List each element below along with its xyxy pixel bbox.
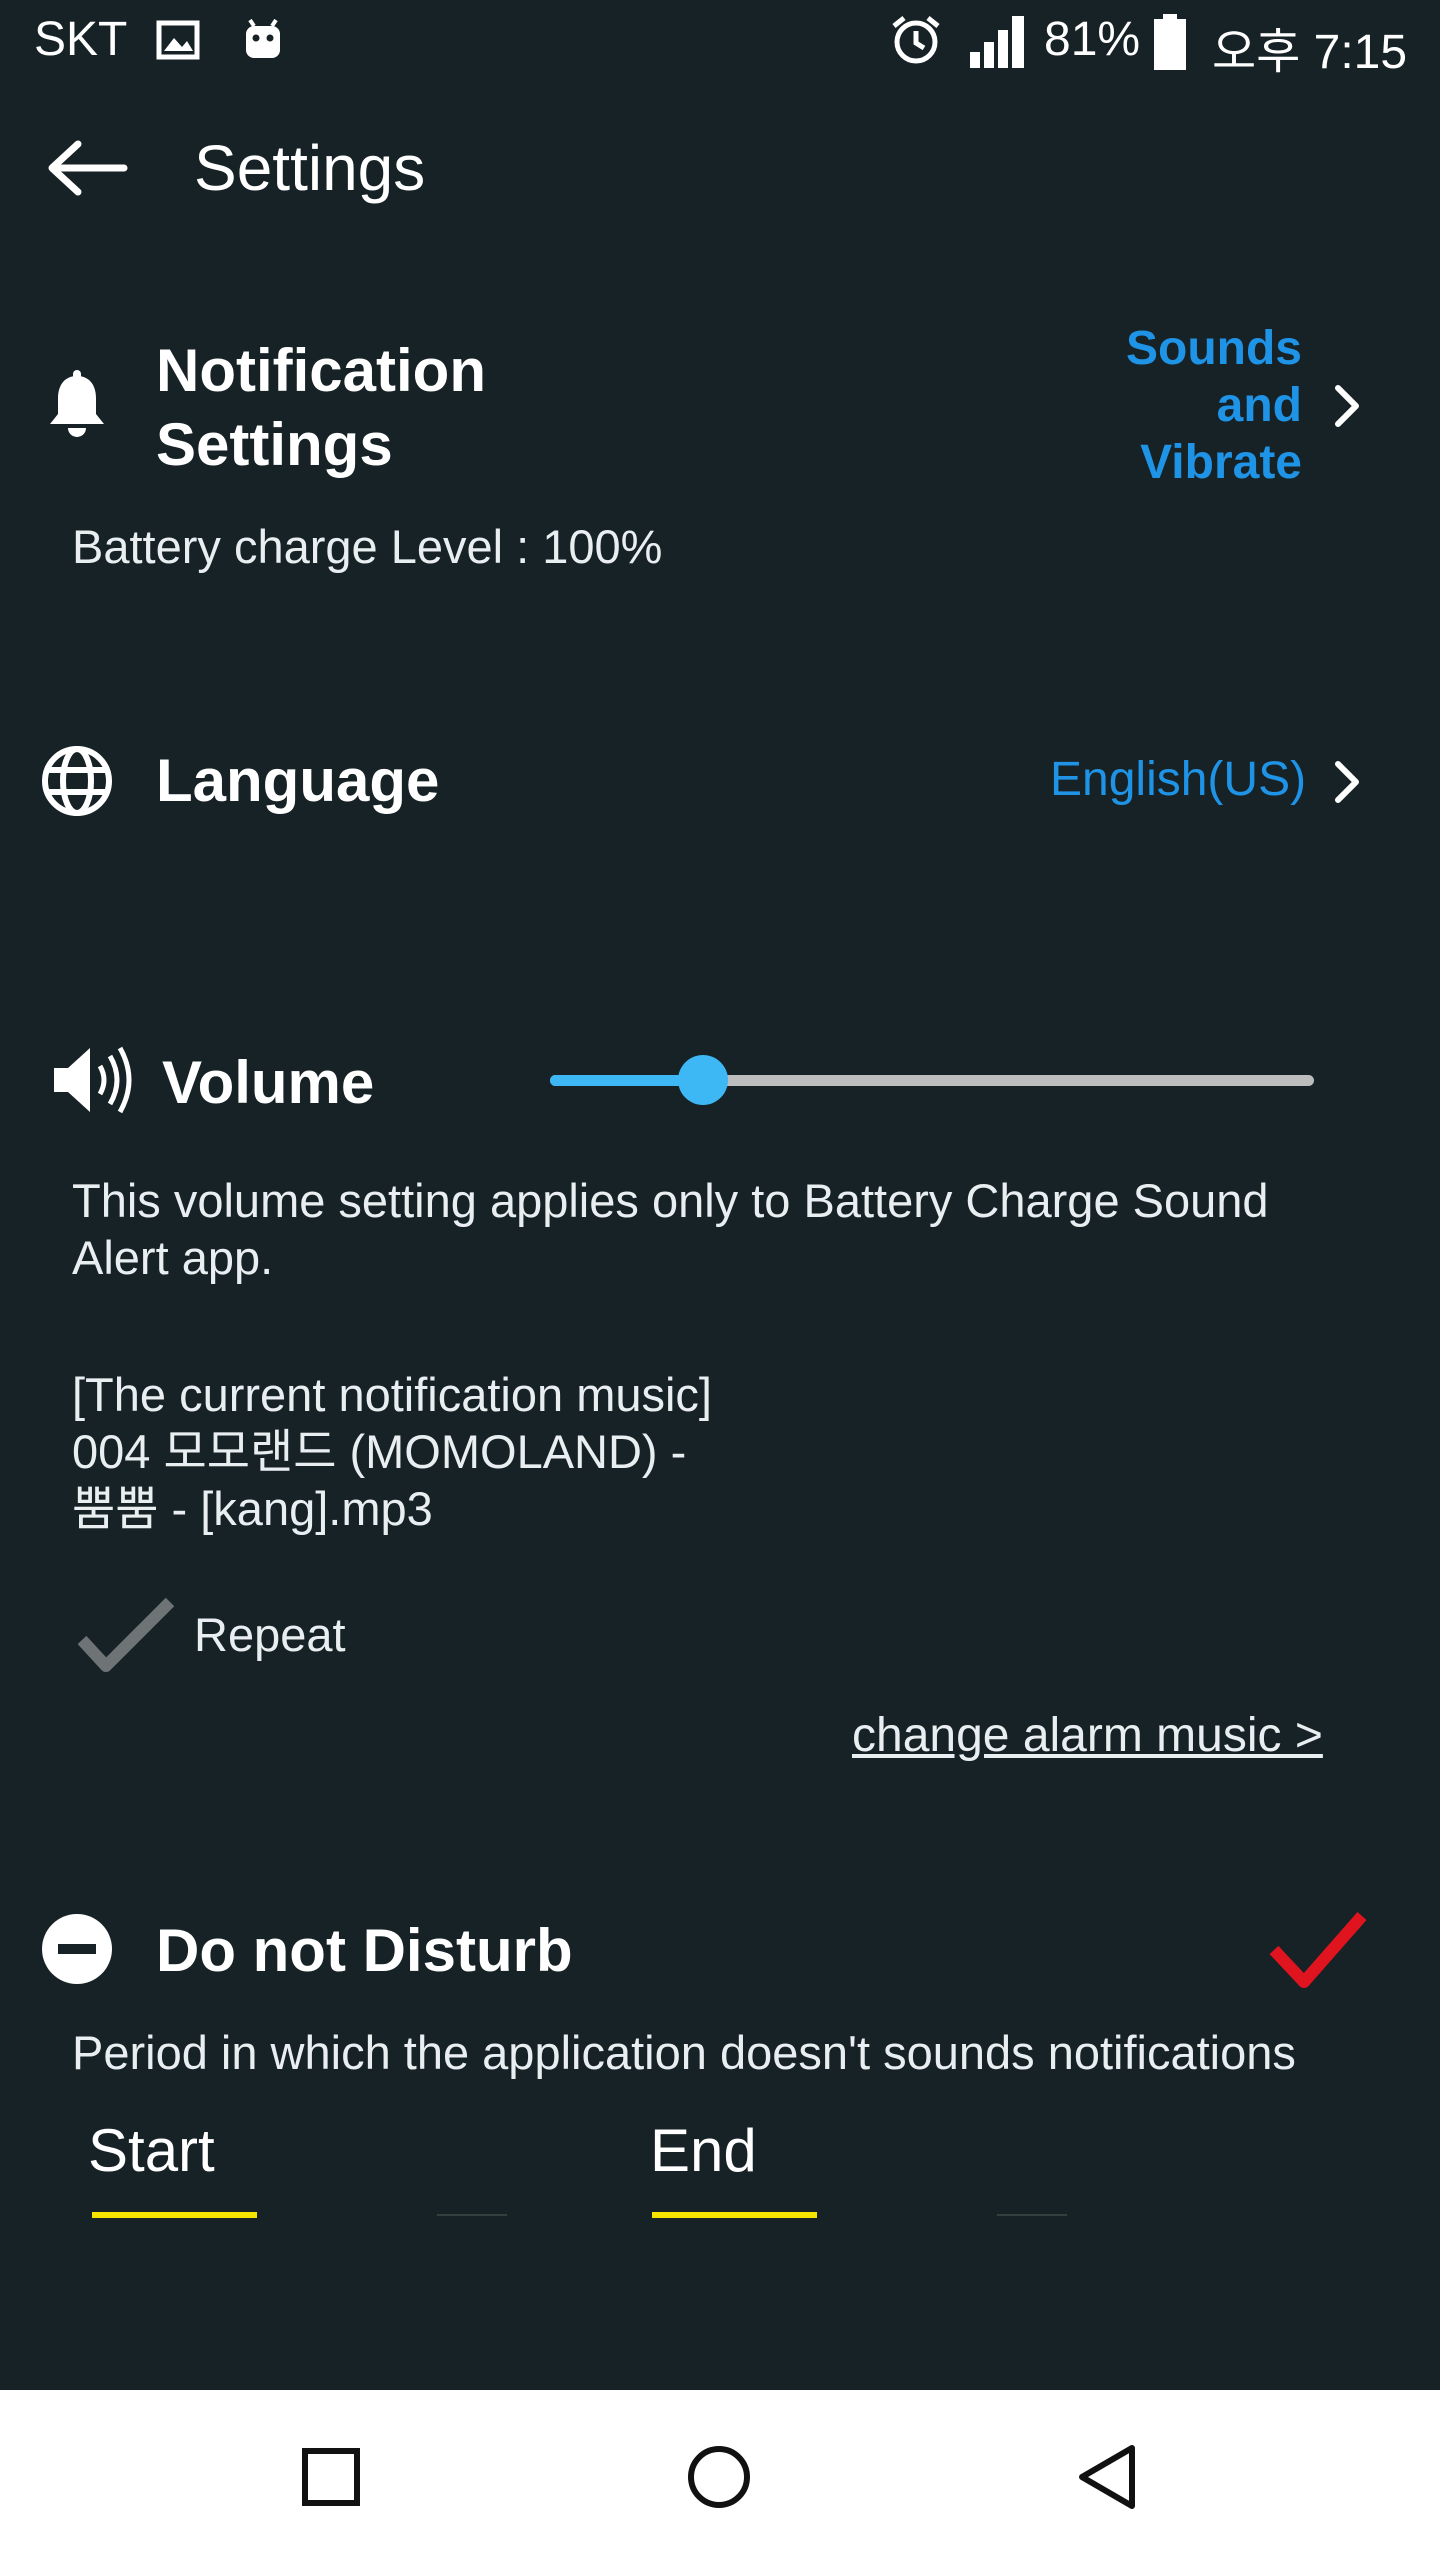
image-icon [156,20,200,60]
back-arrow-icon[interactable] [44,138,130,198]
volume-description-line2: Alert app. [72,1231,274,1284]
volume-slider[interactable] [550,1050,1314,1110]
battery-icon [1152,14,1188,70]
sounds-link-line2: and [1216,379,1302,432]
android-icon [240,16,286,62]
alarm-icon [890,14,942,66]
dnd-checkmark[interactable] [1268,1910,1368,1990]
notification-title-line2: Settings [156,411,393,478]
notification-title-line1: Notification [156,337,486,404]
volume-description: This volume setting applies only to Batt… [72,1172,1372,1286]
notification-settings-title: Notification Settings [156,334,486,482]
sounds-link-line1: Sounds [1126,322,1302,375]
volume-slider-thumb[interactable] [677,1055,728,1105]
repeat-label[interactable]: Repeat [194,1606,346,1663]
signal-icon [968,12,1030,68]
minus-circle-icon [40,1912,114,1986]
dnd-end-time-picker[interactable] [652,2212,1072,2218]
language-title: Language [156,747,440,814]
volume-title: Volume [162,1049,375,1116]
repeat-checkbox[interactable] [77,1596,175,1676]
battery-percent: 81% [1044,13,1141,66]
chevron-right-icon[interactable] [1330,382,1364,430]
current-music-line2: 뿜뿜 - [kang].mp3 [72,1482,433,1535]
home-icon[interactable] [686,2444,752,2510]
dnd-end-label: End [650,2117,757,2184]
dnd-start-time-picker[interactable] [92,2212,512,2218]
bell-icon [44,370,110,442]
current-music-line1: 004 모모랜드 (MOMOLAND) - [72,1425,687,1478]
current-music-info: [The current notification music] 004 모모랜… [72,1366,972,1537]
back-icon[interactable] [1074,2442,1140,2512]
dnd-start-label: Start [88,2117,215,2184]
battery-level-text: Battery charge Level : 100% [72,520,663,573]
current-music-label: [The current notification music] [72,1368,712,1421]
dnd-title: Do not Disturb [156,1917,573,1984]
change-alarm-music-link[interactable]: change alarm music > [852,1708,1323,1763]
sounds-and-vibrate-link[interactable]: Sounds and Vibrate [1002,320,1302,491]
status-time: 오후 7:15 [1212,26,1408,79]
status-carrier: SKT [34,13,128,66]
chevron-right-icon[interactable] [1330,758,1364,806]
navigation-bar [0,2390,1440,2560]
recent-apps-icon[interactable] [300,2446,362,2508]
dnd-description: Period in which the application doesn't … [72,2026,1296,2079]
sounds-link-line3: Vibrate [1140,436,1302,489]
globe-icon [40,744,114,818]
volume-description-line1: This volume setting applies only to Batt… [72,1174,1269,1227]
page-title: Settings [194,132,426,204]
language-value[interactable]: English(US) [1050,752,1306,807]
speaker-icon [50,1042,136,1118]
